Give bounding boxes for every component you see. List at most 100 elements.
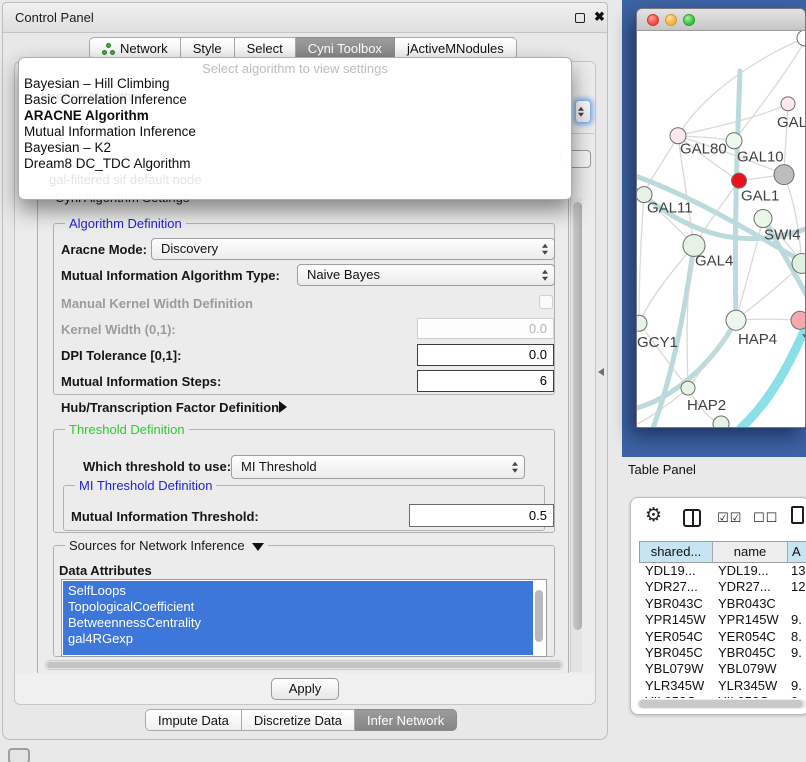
group-border-fragment — [572, 133, 594, 134]
attribute-item-selfloops[interactable]: SelfLoops — [63, 583, 533, 599]
table-row[interactable]: YER054CYER054C8. — [639, 629, 806, 645]
attribute-item-gal4rgexp[interactable]: gal4RGexp — [63, 631, 533, 647]
network-node-swi4[interactable] — [754, 210, 772, 228]
algorithm-select-stepper-focused[interactable] — [575, 100, 591, 123]
which-threshold-label: Which threshold to use: — [83, 459, 231, 474]
close-icon[interactable]: ✖ — [594, 9, 605, 25]
panel-collapse-arrow-icon[interactable] — [598, 368, 604, 376]
settings-hscrollbar[interactable] — [45, 660, 563, 670]
tab-discretize-data[interactable]: Discretize Data — [242, 709, 355, 731]
algorithm-option-dream8-dc-tdc-algorithm[interactable]: Dream8 DC_TDC Algorithm — [19, 156, 571, 172]
mi-threshold-field[interactable]: 0.5 — [409, 504, 554, 527]
close-traffic-light-icon[interactable] — [647, 14, 659, 26]
network-node-hap4[interactable] — [726, 310, 746, 330]
network-node-hap2[interactable] — [681, 381, 695, 395]
node-label-gal11: GAL11 — [647, 200, 693, 217]
settings-hscrollbar-thumb[interactable] — [47, 662, 561, 668]
column-header-a[interactable]: A — [788, 542, 806, 562]
network-window-titlebar[interactable] — [637, 9, 805, 31]
network-node[interactable] — [774, 165, 794, 185]
network-graph[interactable]: GAL7GAL80GAL10GAL1GAL11SWI4GAL4GCY1HAP4Y… — [637, 31, 805, 427]
apply-button[interactable]: Apply — [271, 678, 339, 700]
table-row[interactable]: YBR045CYBR045C9. — [639, 645, 806, 661]
network-node-gcy1[interactable] — [637, 315, 647, 331]
algorithm-option-aracne-algorithm[interactable]: ARACNE Algorithm — [19, 108, 571, 124]
algorithm-option-bayesian-k2[interactable]: Bayesian – K2 — [19, 140, 571, 156]
network-node[interactable] — [797, 31, 805, 46]
attribute-item-topologicalcoefficient[interactable]: TopologicalCoefficient — [63, 599, 533, 615]
mi-type-select[interactable]: Naive Bayes — [297, 264, 555, 286]
collapse-down-icon[interactable] — [252, 543, 264, 551]
node-label-gal10: GAL10 — [737, 149, 784, 166]
table-cell: YBL079W — [639, 661, 712, 677]
tab-label: Discretize Data — [254, 713, 342, 728]
manual-kernel-checkbox[interactable] — [539, 295, 553, 309]
data-attributes-list[interactable]: SelfLoopsTopologicalCoefficientBetweenne… — [61, 579, 547, 657]
tab-label: Select — [247, 41, 283, 56]
table-cell: 9. — [787, 612, 806, 628]
dpi-tolerance-field[interactable]: 0.0 — [417, 344, 554, 366]
minimize-traffic-light-icon[interactable] — [665, 14, 677, 26]
table-cell: YER054C — [712, 629, 787, 645]
list-scrollbar-thumb[interactable] — [535, 590, 543, 642]
collapsed-panel-icon[interactable] — [8, 748, 30, 762]
algorithm-option-mutual-information-inference[interactable]: Mutual Information Inference — [19, 124, 571, 140]
mi-steps-field[interactable]: 6 — [417, 370, 554, 392]
network-icon — [102, 43, 115, 55]
tab-infer-network[interactable]: Infer Network — [355, 709, 457, 731]
app-root: Control Panel ✖ NetworkStyleSelectCyni T… — [0, 0, 806, 762]
column-view-icon[interactable] — [683, 509, 701, 527]
algorithm-option-basic-correlation-inference[interactable]: Basic Correlation Inference — [19, 92, 571, 108]
network-canvas[interactable]: GAL7GAL80GAL10GAL1GAL11SWI4GAL4GCY1HAP4Y… — [637, 31, 805, 427]
deselect-all-checkboxes-icon[interactable]: ☐☐ — [753, 511, 778, 526]
settings-scrollbar-thumb[interactable] — [573, 202, 582, 630]
column-header-name[interactable]: name — [713, 542, 788, 562]
dpi-tolerance-label: DPI Tolerance [0,1]: — [61, 348, 181, 363]
table-row[interactable]: YBR043CYBR043C — [639, 596, 806, 612]
tab-label: Impute Data — [158, 713, 229, 728]
zoom-traffic-light-icon[interactable] — [683, 14, 695, 26]
network-node-y[interactable] — [791, 311, 805, 329]
panel-title: Control Panel — [15, 10, 94, 25]
table-row[interactable]: YDL19...YDL19...13 — [639, 563, 806, 579]
network-view-window[interactable]: GAL7GAL80GAL10GAL1GAL11SWI4GAL4GCY1HAP4Y… — [636, 8, 806, 428]
table-hscrollbar-thumb[interactable] — [639, 700, 803, 708]
table-row[interactable]: YBL079WYBL079W — [639, 661, 806, 677]
tab-impute-data[interactable]: Impute Data — [145, 709, 242, 731]
kernel-width-field[interactable]: 0.0 — [417, 318, 554, 339]
table-row[interactable]: YDR27...YDR27...12 — [639, 579, 806, 595]
stepper-icon — [542, 270, 548, 281]
table-row[interactable]: YIL052CYIL052C0. — [639, 694, 806, 698]
table-cell: YPR145W — [712, 612, 787, 628]
attribute-item-betweennesscentrality[interactable]: BetweennessCentrality — [63, 615, 533, 631]
aracne-mode-value: Discovery — [161, 241, 218, 256]
table-cell: YPR145W — [639, 612, 712, 628]
column-header-shared[interactable]: shared... — [640, 542, 713, 562]
hub-section-label[interactable]: Hub/Transcription Factor Definition — [61, 400, 279, 415]
algorithm-option-bayesian-hill-climbing[interactable]: Bayesian – Hill Climbing — [19, 76, 571, 92]
table-row[interactable]: YPR145WYPR145W9. — [639, 612, 806, 628]
table-cell: YDL19... — [639, 563, 712, 579]
which-threshold-select[interactable]: MI Threshold — [231, 455, 525, 479]
sources-group-title[interactable]: Sources for Network Inference — [65, 538, 268, 553]
float-window-icon[interactable] — [575, 13, 585, 23]
which-threshold-value: MI Threshold — [241, 459, 317, 474]
node-label-swi4: SWI4 — [764, 226, 801, 243]
algorithm-dropdown-popup: Select algorithm to view settings ferenc… — [18, 57, 572, 200]
mi-threshold-group-title: MI Threshold Definition — [75, 478, 216, 493]
aracne-mode-select[interactable]: Discovery — [151, 238, 555, 260]
control-panel-titlebar: Control Panel ✖ — [3, 3, 607, 33]
select-all-checkboxes-icon[interactable]: ☑☑ — [717, 511, 742, 526]
table-cell — [787, 596, 806, 612]
network-node-gal10[interactable] — [726, 133, 742, 149]
export-table-icon[interactable] — [791, 506, 804, 524]
network-node-gal7[interactable] — [781, 97, 795, 111]
table-row[interactable]: YLR345WYLR345W9. — [639, 678, 806, 694]
network-node[interactable] — [713, 416, 729, 427]
aracne-mode-label: Aracne Mode: — [61, 242, 147, 257]
table-hscrollbar[interactable] — [637, 699, 806, 709]
network-node-gal1[interactable] — [732, 173, 747, 188]
gear-icon[interactable]: ⚙ — [645, 504, 662, 526]
expand-right-icon[interactable] — [279, 401, 287, 413]
settings-scrollbar[interactable] — [570, 198, 582, 672]
